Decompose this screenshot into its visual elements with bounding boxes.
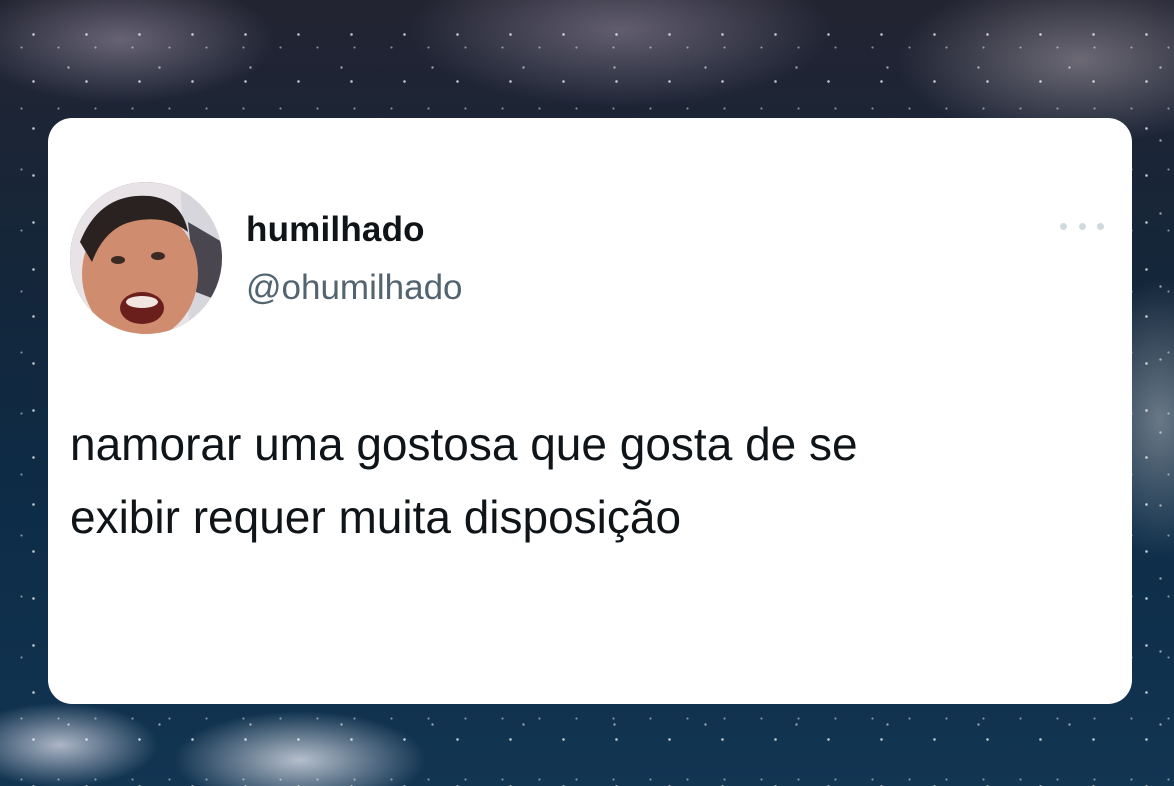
tweet-text-line-2: exibir requer muita disposição	[70, 491, 682, 543]
display-name[interactable]: humilhado	[246, 210, 425, 250]
more-options-icon[interactable]	[1060, 214, 1104, 238]
menu-dot	[1097, 222, 1104, 230]
tweet-card: humilhado @ohumilhado namorar uma gostos…	[48, 118, 1132, 704]
menu-dot	[1060, 222, 1067, 230]
tweet-text-line-1: namorar uma gostosa que gosta de se	[70, 418, 858, 470]
profile-photo-icon	[70, 182, 222, 334]
tweet-text: namorar uma gostosa que gosta de se exib…	[70, 408, 1110, 554]
profile-avatar[interactable]	[70, 182, 222, 334]
user-handle[interactable]: @ohumilhado	[246, 268, 463, 308]
menu-dot	[1078, 222, 1086, 230]
